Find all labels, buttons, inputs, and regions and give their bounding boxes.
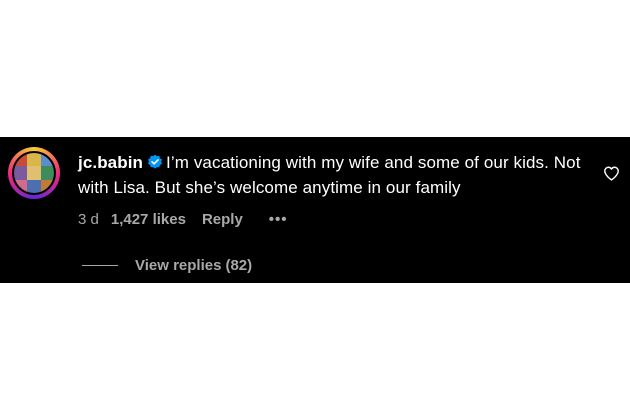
comment: jc.babin I’m vacationing with my wife and… bbox=[0, 137, 630, 283]
verified-badge-icon bbox=[147, 153, 163, 176]
heart-outline-icon[interactable] bbox=[603, 165, 620, 182]
avatar-ring-gap bbox=[12, 151, 56, 195]
replies-divider bbox=[82, 265, 118, 266]
avatar[interactable] bbox=[8, 147, 60, 199]
comment-body: jc.babin I’m vacationing with my wife and… bbox=[78, 151, 583, 199]
more-options-button[interactable]: ••• bbox=[269, 211, 288, 228]
comment-username[interactable]: jc.babin bbox=[78, 153, 143, 172]
view-replies-button[interactable]: View replies (82) bbox=[82, 257, 252, 274]
page: jc.babin I’m vacationing with my wife and… bbox=[0, 0, 630, 420]
comment-time[interactable]: 3 d bbox=[78, 211, 99, 228]
likes-count[interactable]: 1,427 likes bbox=[111, 211, 186, 228]
view-replies-label: View replies bbox=[135, 257, 222, 274]
avatar-photo bbox=[14, 153, 54, 193]
reply-button[interactable]: Reply bbox=[202, 211, 243, 228]
comment-meta: 3 d 1,427 likes Reply ••• bbox=[78, 211, 288, 228]
reply-count: (82) bbox=[225, 257, 253, 274]
